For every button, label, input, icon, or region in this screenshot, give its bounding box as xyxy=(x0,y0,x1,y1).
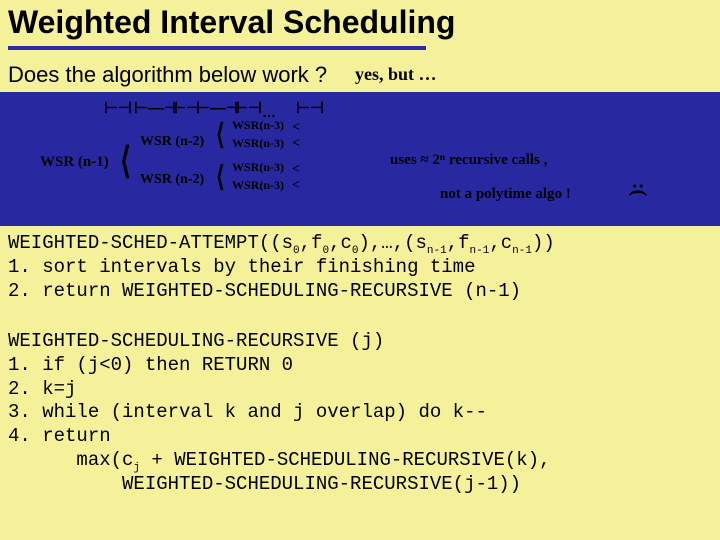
title-underline xyxy=(8,46,426,50)
annotation-wsr: WSR (n-1) xyxy=(40,154,109,171)
code-line: 2. k=j xyxy=(8,378,76,400)
bracket-icon: ⟨ xyxy=(216,160,225,194)
code-line: WEIGHTED-SCHEDULING-RECURSIVE(j-1)) xyxy=(8,473,521,495)
annotation-lt: < xyxy=(292,178,300,194)
annotation-wsr: WSR(n-3) xyxy=(232,160,284,175)
annotation-uses: uses ≈ 2ⁿ recursive calls , xyxy=(390,152,547,169)
annotation-lt: < xyxy=(292,136,300,152)
interval-marker: ⊢⊣ xyxy=(104,98,132,118)
code-line: 2. return WEIGHTED-SCHEDULING-RECURSIVE … xyxy=(8,280,521,302)
annotation-lt: < xyxy=(292,120,300,136)
annotation-wsr: WSR(n-3) xyxy=(232,118,284,133)
interval-marker: ⊢⊣ xyxy=(296,98,324,118)
question-text: Does the algorithm below work ? xyxy=(8,62,327,88)
code-line: max(cj + WEIGHTED-SCHEDULING-RECURSIVE(k… xyxy=(8,449,551,471)
annotation-wsr: WSR (n-2) xyxy=(140,134,204,150)
interval-marker: ⊢⊣ xyxy=(234,98,262,118)
annotation-lt: < xyxy=(292,162,300,178)
code-block-attempt: WEIGHTED-SCHED-ATTEMPT((s0,f0,c0),…,(sn-… xyxy=(8,232,555,303)
slide: Weighted Interval Scheduling Does the al… xyxy=(0,0,720,540)
annotation-wsr: WSR(n-3) xyxy=(232,136,284,151)
code-line: 3. while (interval k and j overlap) do k… xyxy=(8,401,487,423)
bracket-icon: ⟨ xyxy=(216,118,225,152)
sad-face-icon: :( xyxy=(627,183,650,196)
code-line: 1. if (j<0) then RETURN 0 xyxy=(8,354,293,376)
code-block-recursive: WEIGHTED-SCHEDULING-RECURSIVE (j) 1. if … xyxy=(8,330,551,496)
code-line: 1. sort intervals by their finishing tim… xyxy=(8,256,475,278)
slide-title: Weighted Interval Scheduling xyxy=(8,4,455,41)
annotation-wsr: WSR (n-2) xyxy=(140,172,204,188)
bracket-icon: ⟨ xyxy=(120,139,131,182)
blue-annotation-area: ⊢⊣ ⊢—⊣ ⊢⊣ ⊢—⊣ ⊢⊣ … ⊢⊣ WSR (n-1) ⟨ WSR (n… xyxy=(0,92,720,226)
code-line: WEIGHTED-SCHED-ATTEMPT((s0,f0,c0),…,(sn-… xyxy=(8,232,555,254)
code-line: WEIGHTED-SCHEDULING-RECURSIVE (j) xyxy=(8,330,384,352)
code-line: 4. return xyxy=(8,425,111,447)
annotation-yes-but: yes, but … xyxy=(355,64,437,85)
annotation-not-polytime: not a polytime algo ! xyxy=(440,186,571,203)
annotation-wsr: WSR(n-3) xyxy=(232,178,284,193)
